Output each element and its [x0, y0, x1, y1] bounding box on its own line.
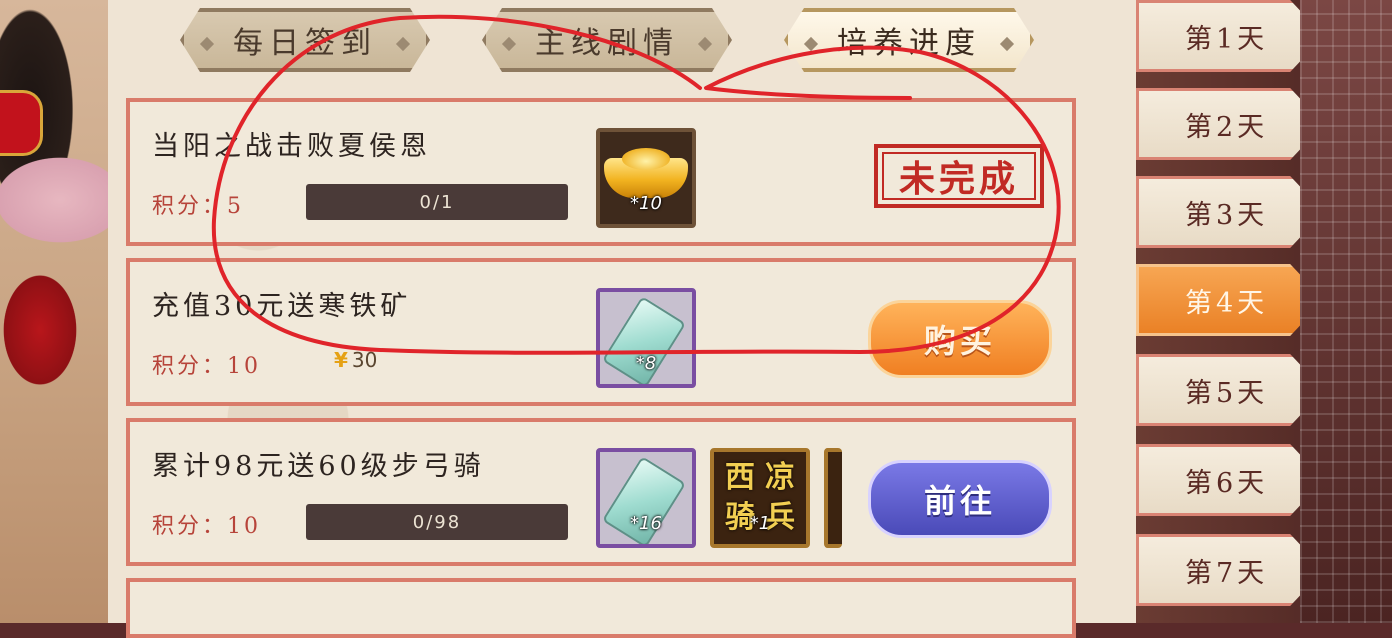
task-row	[126, 578, 1076, 638]
diamond-ornament-icon	[697, 36, 713, 52]
task-row: 当阳之战击败夏侯恩 积分：5 0/1 *10 未完成	[126, 98, 1076, 246]
tab-daily-signin[interactable]: 每日签到	[180, 8, 430, 72]
task-points: 积分：10	[152, 354, 261, 379]
room-background	[1300, 0, 1392, 623]
diamond-ornament-icon	[395, 36, 411, 52]
day-tab-3[interactable]: 第3天	[1136, 176, 1324, 248]
ore-crystal-shape	[601, 455, 687, 544]
price-value: 30	[351, 348, 378, 372]
diamond-ornament-icon	[803, 36, 819, 52]
diamond-ornament-icon	[199, 36, 215, 52]
goto-button[interactable]: 前往	[868, 460, 1052, 538]
card-char: 西	[725, 460, 755, 495]
cold-iron-ore-icon[interactable]: *16	[596, 448, 696, 548]
day-tab-7[interactable]: 第7天	[1136, 534, 1324, 606]
progress-text: 0/1	[419, 191, 455, 213]
diamond-ornament-icon	[501, 36, 517, 52]
ingot-top-shape	[622, 148, 670, 170]
buy-button[interactable]: 购买	[868, 300, 1052, 378]
progress-bar: 0/98	[306, 504, 568, 540]
character-mask	[0, 90, 43, 156]
cold-iron-ore-icon[interactable]: *8	[596, 288, 696, 388]
task-points: 积分：10	[152, 514, 261, 539]
gold-ingot-icon[interactable]: *10	[596, 128, 696, 228]
tab-main-story[interactable]: 主线剧情	[482, 8, 732, 72]
day-tab-6[interactable]: 第6天	[1136, 444, 1324, 516]
tab-bar: 每日签到 主线剧情 培养进度	[180, 6, 1040, 76]
progress-bar: 0/1	[306, 184, 568, 220]
tab-label: 主线剧情	[535, 26, 679, 61]
diamond-ornament-icon	[999, 36, 1015, 52]
coin-icon: ¥	[334, 348, 348, 372]
xiliang-cavalry-card-icon[interactable]: 西 凉 骑 兵 *1	[710, 448, 810, 548]
day-tab-5[interactable]: 第5天	[1136, 354, 1324, 426]
reward-qty: *10	[630, 193, 662, 214]
task-title: 累计98元送60级步弓骑	[152, 451, 485, 482]
reward-qty: *16	[630, 513, 662, 534]
reward-qty: *8	[635, 353, 657, 374]
day-tab-4[interactable]: 第4天	[1136, 264, 1324, 336]
card-char: 凉	[765, 460, 795, 495]
tab-training-progress[interactable]: 培养进度	[784, 8, 1034, 72]
task-title: 充值30元送寒铁矿	[152, 291, 412, 322]
progress-text: 0/98	[412, 511, 462, 533]
task-title: 当阳之战击败夏侯恩	[152, 131, 431, 162]
task-row: 累计98元送60级步弓骑 积分：10 0/98 *16 西 凉 骑 兵 *1 前…	[126, 418, 1076, 566]
partial-reward-icon[interactable]	[824, 448, 842, 548]
task-price: ¥ 30	[334, 348, 377, 372]
incomplete-stamp: 未完成	[874, 144, 1044, 208]
reward-qty: *1	[749, 513, 771, 534]
day-tab-1[interactable]: 第1天	[1136, 0, 1324, 72]
task-points: 积分：5	[152, 194, 244, 219]
task-row: 充值30元送寒铁矿 积分：10 ¥ 30 *8 购买	[126, 258, 1076, 406]
day-tab-2[interactable]: 第2天	[1136, 88, 1324, 160]
ore-crystal-shape	[601, 295, 687, 384]
tab-label: 培养进度	[837, 26, 981, 61]
tab-label: 每日签到	[233, 26, 377, 61]
